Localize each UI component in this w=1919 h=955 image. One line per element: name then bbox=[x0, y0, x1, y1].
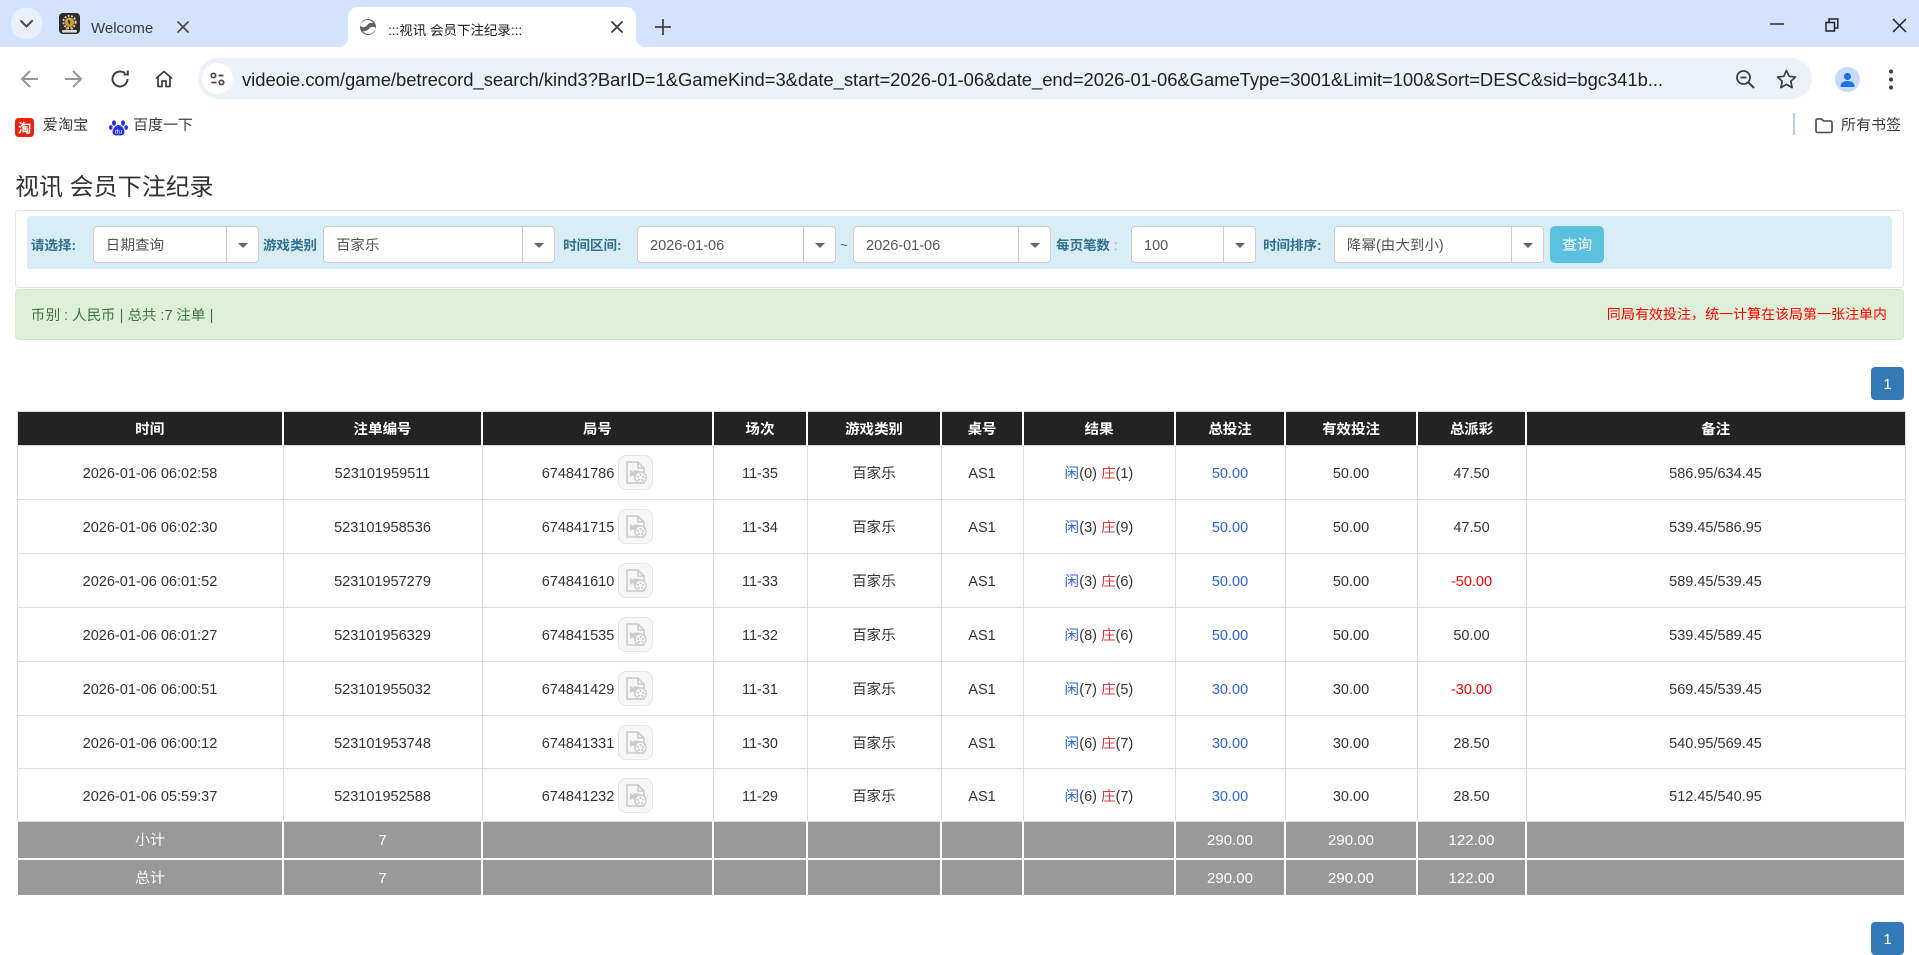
svg-text:du: du bbox=[115, 128, 123, 135]
